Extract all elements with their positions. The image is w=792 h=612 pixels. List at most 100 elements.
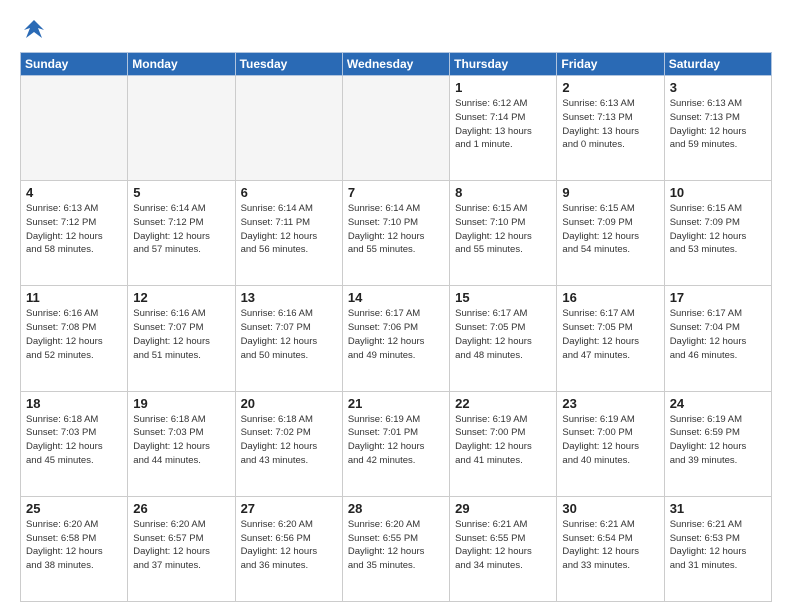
day-info: Sunrise: 6:16 AMSunset: 7:07 PMDaylight:… xyxy=(133,307,229,362)
day-header-row: SundayMondayTuesdayWednesdayThursdayFrid… xyxy=(21,53,772,76)
day-number: 9 xyxy=(562,185,658,200)
day-cell-11: 11 Sunrise: 6:16 AMSunset: 7:08 PMDayligh… xyxy=(21,286,128,391)
day-number: 15 xyxy=(455,290,551,305)
day-cell-7: 7 Sunrise: 6:14 AMSunset: 7:10 PMDaylight… xyxy=(342,181,449,286)
day-info: Sunrise: 6:17 AMSunset: 7:05 PMDaylight:… xyxy=(562,307,658,362)
day-info: Sunrise: 6:14 AMSunset: 7:11 PMDaylight:… xyxy=(241,202,337,257)
day-number: 23 xyxy=(562,396,658,411)
calendar-table: SundayMondayTuesdayWednesdayThursdayFrid… xyxy=(20,52,772,602)
day-info: Sunrise: 6:13 AMSunset: 7:13 PMDaylight:… xyxy=(670,97,766,152)
empty-cell xyxy=(342,76,449,181)
day-cell-29: 29 Sunrise: 6:21 AMSunset: 6:55 PMDayligh… xyxy=(450,496,557,601)
day-cell-16: 16 Sunrise: 6:17 AMSunset: 7:05 PMDayligh… xyxy=(557,286,664,391)
day-number: 19 xyxy=(133,396,229,411)
week-row-4: 18 Sunrise: 6:18 AMSunset: 7:03 PMDayligh… xyxy=(21,391,772,496)
empty-cell xyxy=(21,76,128,181)
day-number: 8 xyxy=(455,185,551,200)
day-number: 10 xyxy=(670,185,766,200)
day-cell-24: 24 Sunrise: 6:19 AMSunset: 6:59 PMDayligh… xyxy=(664,391,771,496)
day-info: Sunrise: 6:17 AMSunset: 7:04 PMDaylight:… xyxy=(670,307,766,362)
day-info: Sunrise: 6:16 AMSunset: 7:08 PMDaylight:… xyxy=(26,307,122,362)
day-cell-4: 4 Sunrise: 6:13 AMSunset: 7:12 PMDaylight… xyxy=(21,181,128,286)
day-info: Sunrise: 6:19 AMSunset: 7:00 PMDaylight:… xyxy=(562,413,658,468)
day-info: Sunrise: 6:14 AMSunset: 7:12 PMDaylight:… xyxy=(133,202,229,257)
week-row-1: 1 Sunrise: 6:12 AMSunset: 7:14 PMDaylight… xyxy=(21,76,772,181)
day-info: Sunrise: 6:20 AMSunset: 6:55 PMDaylight:… xyxy=(348,518,444,573)
day-cell-27: 27 Sunrise: 6:20 AMSunset: 6:56 PMDayligh… xyxy=(235,496,342,601)
day-header-wednesday: Wednesday xyxy=(342,53,449,76)
day-number: 29 xyxy=(455,501,551,516)
day-info: Sunrise: 6:17 AMSunset: 7:06 PMDaylight:… xyxy=(348,307,444,362)
day-info: Sunrise: 6:18 AMSunset: 7:03 PMDaylight:… xyxy=(26,413,122,468)
day-number: 27 xyxy=(241,501,337,516)
day-info: Sunrise: 6:21 AMSunset: 6:55 PMDaylight:… xyxy=(455,518,551,573)
day-info: Sunrise: 6:18 AMSunset: 7:02 PMDaylight:… xyxy=(241,413,337,468)
logo xyxy=(20,16,52,44)
day-cell-1: 1 Sunrise: 6:12 AMSunset: 7:14 PMDaylight… xyxy=(450,76,557,181)
day-info: Sunrise: 6:20 AMSunset: 6:58 PMDaylight:… xyxy=(26,518,122,573)
day-cell-8: 8 Sunrise: 6:15 AMSunset: 7:10 PMDaylight… xyxy=(450,181,557,286)
day-cell-13: 13 Sunrise: 6:16 AMSunset: 7:07 PMDayligh… xyxy=(235,286,342,391)
day-info: Sunrise: 6:14 AMSunset: 7:10 PMDaylight:… xyxy=(348,202,444,257)
day-number: 14 xyxy=(348,290,444,305)
day-number: 13 xyxy=(241,290,337,305)
day-number: 4 xyxy=(26,185,122,200)
day-number: 24 xyxy=(670,396,766,411)
day-info: Sunrise: 6:17 AMSunset: 7:05 PMDaylight:… xyxy=(455,307,551,362)
day-number: 11 xyxy=(26,290,122,305)
empty-cell xyxy=(128,76,235,181)
day-number: 12 xyxy=(133,290,229,305)
day-cell-14: 14 Sunrise: 6:17 AMSunset: 7:06 PMDayligh… xyxy=(342,286,449,391)
day-cell-19: 19Sunrise: 6:18 AMSunset: 7:03 PMDayligh… xyxy=(128,391,235,496)
day-number: 5 xyxy=(133,185,229,200)
day-cell-6: 6Sunrise: 6:14 AMSunset: 7:11 PMDaylight… xyxy=(235,181,342,286)
day-number: 7 xyxy=(348,185,444,200)
day-cell-10: 10 Sunrise: 6:15 AMSunset: 7:09 PMDayligh… xyxy=(664,181,771,286)
day-number: 17 xyxy=(670,290,766,305)
day-number: 26 xyxy=(133,501,229,516)
day-cell-20: 20 Sunrise: 6:18 AMSunset: 7:02 PMDayligh… xyxy=(235,391,342,496)
day-info: Sunrise: 6:21 AMSunset: 6:54 PMDaylight:… xyxy=(562,518,658,573)
day-info: Sunrise: 6:19 AMSunset: 7:01 PMDaylight:… xyxy=(348,413,444,468)
day-header-saturday: Saturday xyxy=(664,53,771,76)
day-info: Sunrise: 6:15 AMSunset: 7:10 PMDaylight:… xyxy=(455,202,551,257)
day-header-monday: Monday xyxy=(128,53,235,76)
day-cell-17: 17 Sunrise: 6:17 AMSunset: 7:04 PMDayligh… xyxy=(664,286,771,391)
day-cell-2: 2Sunrise: 6:13 AMSunset: 7:13 PMDaylight… xyxy=(557,76,664,181)
day-cell-28: 28 Sunrise: 6:20 AMSunset: 6:55 PMDayligh… xyxy=(342,496,449,601)
day-header-thursday: Thursday xyxy=(450,53,557,76)
day-number: 22 xyxy=(455,396,551,411)
day-cell-22: 22 Sunrise: 6:19 AMSunset: 7:00 PMDayligh… xyxy=(450,391,557,496)
day-cell-21: 21Sunrise: 6:19 AMSunset: 7:01 PMDayligh… xyxy=(342,391,449,496)
day-header-friday: Friday xyxy=(557,53,664,76)
day-cell-18: 18 Sunrise: 6:18 AMSunset: 7:03 PMDayligh… xyxy=(21,391,128,496)
day-info: Sunrise: 6:13 AMSunset: 7:12 PMDaylight:… xyxy=(26,202,122,257)
day-info: Sunrise: 6:21 AMSunset: 6:53 PMDaylight:… xyxy=(670,518,766,573)
day-info: Sunrise: 6:20 AMSunset: 6:56 PMDaylight:… xyxy=(241,518,337,573)
day-info: Sunrise: 6:19 AMSunset: 7:00 PMDaylight:… xyxy=(455,413,551,468)
day-cell-25: 25Sunrise: 6:20 AMSunset: 6:58 PMDayligh… xyxy=(21,496,128,601)
logo-bird-icon xyxy=(20,16,48,44)
day-number: 3 xyxy=(670,80,766,95)
day-info: Sunrise: 6:19 AMSunset: 6:59 PMDaylight:… xyxy=(670,413,766,468)
day-number: 2 xyxy=(562,80,658,95)
week-row-2: 4 Sunrise: 6:13 AMSunset: 7:12 PMDaylight… xyxy=(21,181,772,286)
week-row-5: 25Sunrise: 6:20 AMSunset: 6:58 PMDayligh… xyxy=(21,496,772,601)
day-number: 16 xyxy=(562,290,658,305)
day-info: Sunrise: 6:15 AMSunset: 7:09 PMDaylight:… xyxy=(670,202,766,257)
day-number: 30 xyxy=(562,501,658,516)
day-header-tuesday: Tuesday xyxy=(235,53,342,76)
day-number: 1 xyxy=(455,80,551,95)
day-cell-9: 9Sunrise: 6:15 AMSunset: 7:09 PMDaylight… xyxy=(557,181,664,286)
day-cell-3: 3 Sunrise: 6:13 AMSunset: 7:13 PMDaylight… xyxy=(664,76,771,181)
day-number: 18 xyxy=(26,396,122,411)
day-number: 20 xyxy=(241,396,337,411)
day-cell-15: 15 Sunrise: 6:17 AMSunset: 7:05 PMDayligh… xyxy=(450,286,557,391)
day-info: Sunrise: 6:12 AMSunset: 7:14 PMDaylight:… xyxy=(455,97,551,152)
week-row-3: 11 Sunrise: 6:16 AMSunset: 7:08 PMDayligh… xyxy=(21,286,772,391)
day-number: 28 xyxy=(348,501,444,516)
day-cell-26: 26 Sunrise: 6:20 AMSunset: 6:57 PMDayligh… xyxy=(128,496,235,601)
day-number: 31 xyxy=(670,501,766,516)
day-info: Sunrise: 6:16 AMSunset: 7:07 PMDaylight:… xyxy=(241,307,337,362)
day-info: Sunrise: 6:20 AMSunset: 6:57 PMDaylight:… xyxy=(133,518,229,573)
